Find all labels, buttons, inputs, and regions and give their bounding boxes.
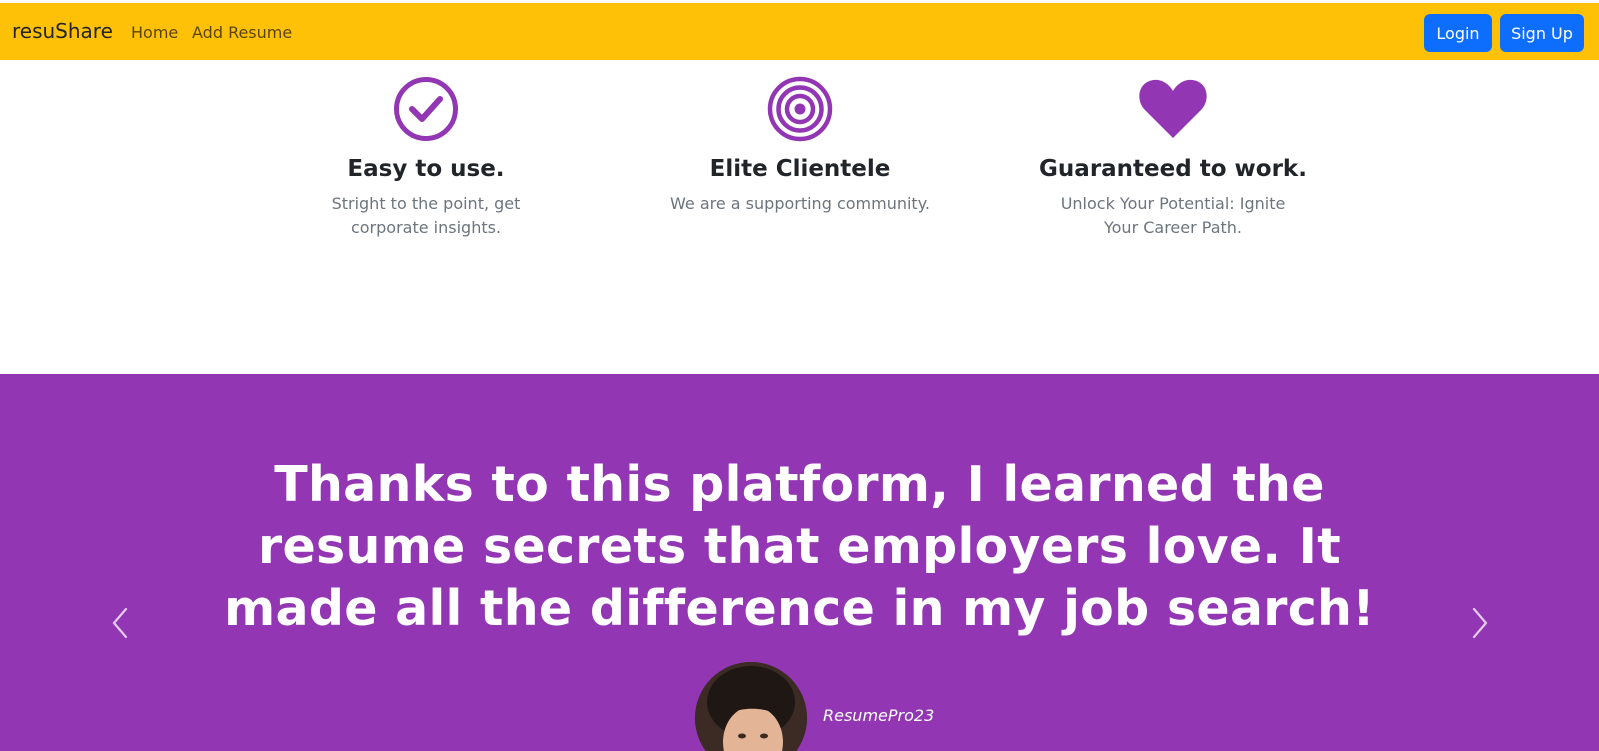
- feature-title: Guaranteed to work.: [1039, 156, 1307, 182]
- testimonial-carousel: Thanks to this platform, I learned the r…: [0, 374, 1599, 751]
- nav-link-home[interactable]: Home: [131, 23, 178, 42]
- feature-text: Stright to the point, get corporate insi…: [331, 194, 521, 237]
- heart-icon: [1139, 79, 1207, 138]
- feature-title: Elite Clientele: [709, 156, 891, 182]
- chevron-right-icon[interactable]: [1470, 606, 1490, 640]
- avatar-image: [695, 662, 807, 751]
- avatar: [695, 662, 807, 751]
- feature-text: We are a supporting community.: [670, 194, 930, 213]
- login-button[interactable]: Login: [1424, 14, 1492, 52]
- brand-logo[interactable]: resuShare: [12, 19, 113, 43]
- feature-guaranteed: Guaranteed to work. Unlock Your Potentia…: [1023, 76, 1323, 240]
- bullseye-icon: [767, 76, 833, 142]
- check-circle-icon: [394, 77, 458, 141]
- testimonial-author: ResumePro23: [823, 706, 935, 725]
- nav-link-add-resume[interactable]: Add Resume: [192, 23, 292, 42]
- testimonial-quote: Thanks to this platform, I learned the r…: [224, 456, 1375, 637]
- chevron-left-icon[interactable]: [110, 606, 130, 640]
- feature-elite-clientele: Elite Clientele We are a supporting comm…: [650, 76, 950, 216]
- feature-easy-to-use: Easy to use. Stright to the point, get c…: [276, 76, 576, 240]
- navbar: resuShare Home Add Resume Login Sign Up: [0, 3, 1599, 60]
- feature-text: Unlock Your Potential: Ignite Your Caree…: [1060, 194, 1286, 237]
- sign-up-button[interactable]: Sign Up: [1500, 14, 1584, 52]
- feature-title: Easy to use.: [347, 156, 505, 182]
